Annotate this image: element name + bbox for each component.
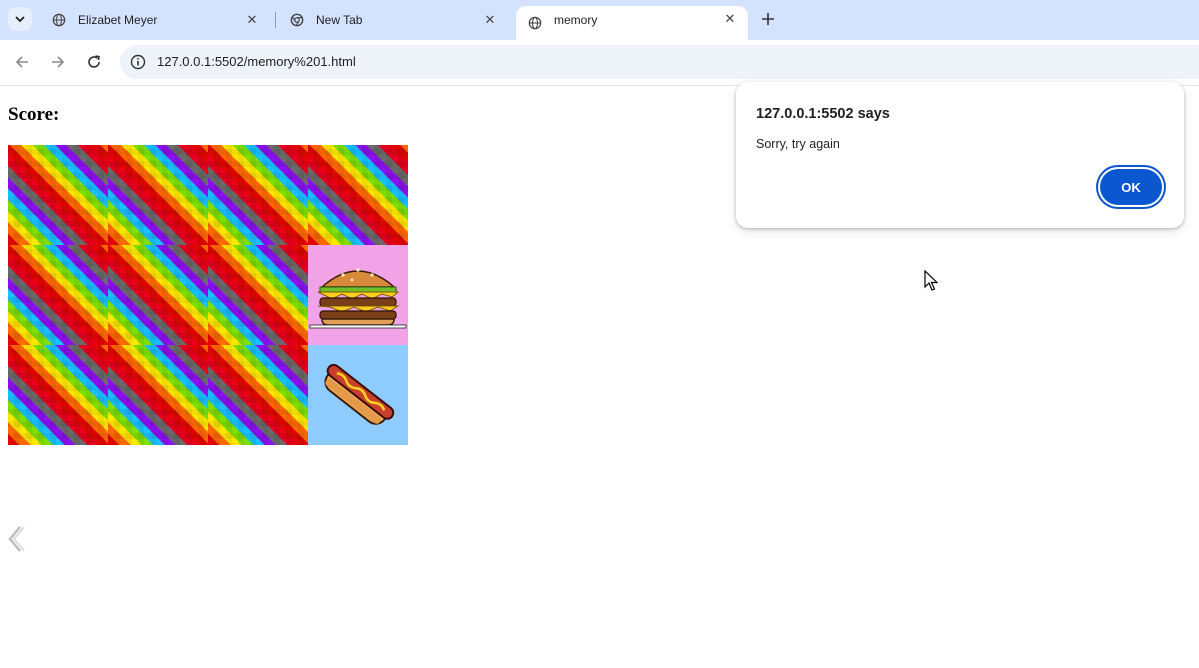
tab-search-button[interactable] [8,7,32,31]
card-back[interactable] [308,145,408,245]
memory-board [8,145,408,445]
reload-button[interactable] [82,50,106,74]
card-back[interactable] [208,245,308,345]
chevron-down-icon [15,16,25,23]
forward-button[interactable] [46,50,70,74]
card-back[interactable] [108,345,208,445]
new-tab-button[interactable] [758,8,778,30]
info-icon[interactable] [130,54,146,70]
tab-new-tab[interactable]: New Tab ✕ [278,6,508,34]
card-back[interactable] [8,345,108,445]
close-tab-icon[interactable]: ✕ [482,12,498,28]
close-tab-icon[interactable]: ✕ [244,12,260,28]
tab-separator [275,12,276,28]
card-back[interactable] [208,345,308,445]
ok-button[interactable]: OK [1100,169,1162,205]
chevron-left-icon[interactable] [4,524,26,554]
tab-title: New Tab [316,13,363,27]
tab-strip: Elizabet Meyer ✕ New Tab ✕ memory ✕ [0,0,1199,40]
alert-dialog: 127.0.0.1:5502 says Sorry, try again OK [736,82,1184,228]
burger-image [309,268,407,329]
tab-memory[interactable]: memory ✕ [516,6,748,40]
dialog-title: 127.0.0.1:5502 says [756,106,890,122]
url-text: 127.0.0.1:5502/memory%201.html [157,54,356,69]
arrow-right-icon [52,56,65,68]
arrow-left-icon [15,56,28,68]
globe-icon [52,13,66,27]
tab-title: Elizabet Meyer [78,13,158,27]
address-bar[interactable]: 127.0.0.1:5502/memory%201.html [120,45,1199,79]
card-back[interactable] [108,245,208,345]
card-burger[interactable] [308,245,408,345]
card-back[interactable] [8,145,108,245]
score-label: Score: [8,104,60,125]
tab-elizabet-meyer[interactable]: Elizabet Meyer ✕ [40,6,270,34]
card-back[interactable] [8,245,108,345]
chrome-icon [290,13,304,27]
globe-icon [528,16,542,30]
plus-icon [762,13,774,25]
card-hotdog[interactable] [308,345,408,445]
mouse-cursor-icon [924,270,938,291]
dialog-message: Sorry, try again [756,137,840,151]
reload-icon [88,55,100,68]
close-tab-icon[interactable]: ✕ [722,11,738,27]
card-back[interactable] [108,145,208,245]
browser-toolbar: 127.0.0.1:5502/memory%201.html [0,40,1199,86]
back-button[interactable] [10,50,34,74]
card-back[interactable] [208,145,308,245]
tab-title: memory [554,13,598,27]
hotdog-image [324,363,395,425]
